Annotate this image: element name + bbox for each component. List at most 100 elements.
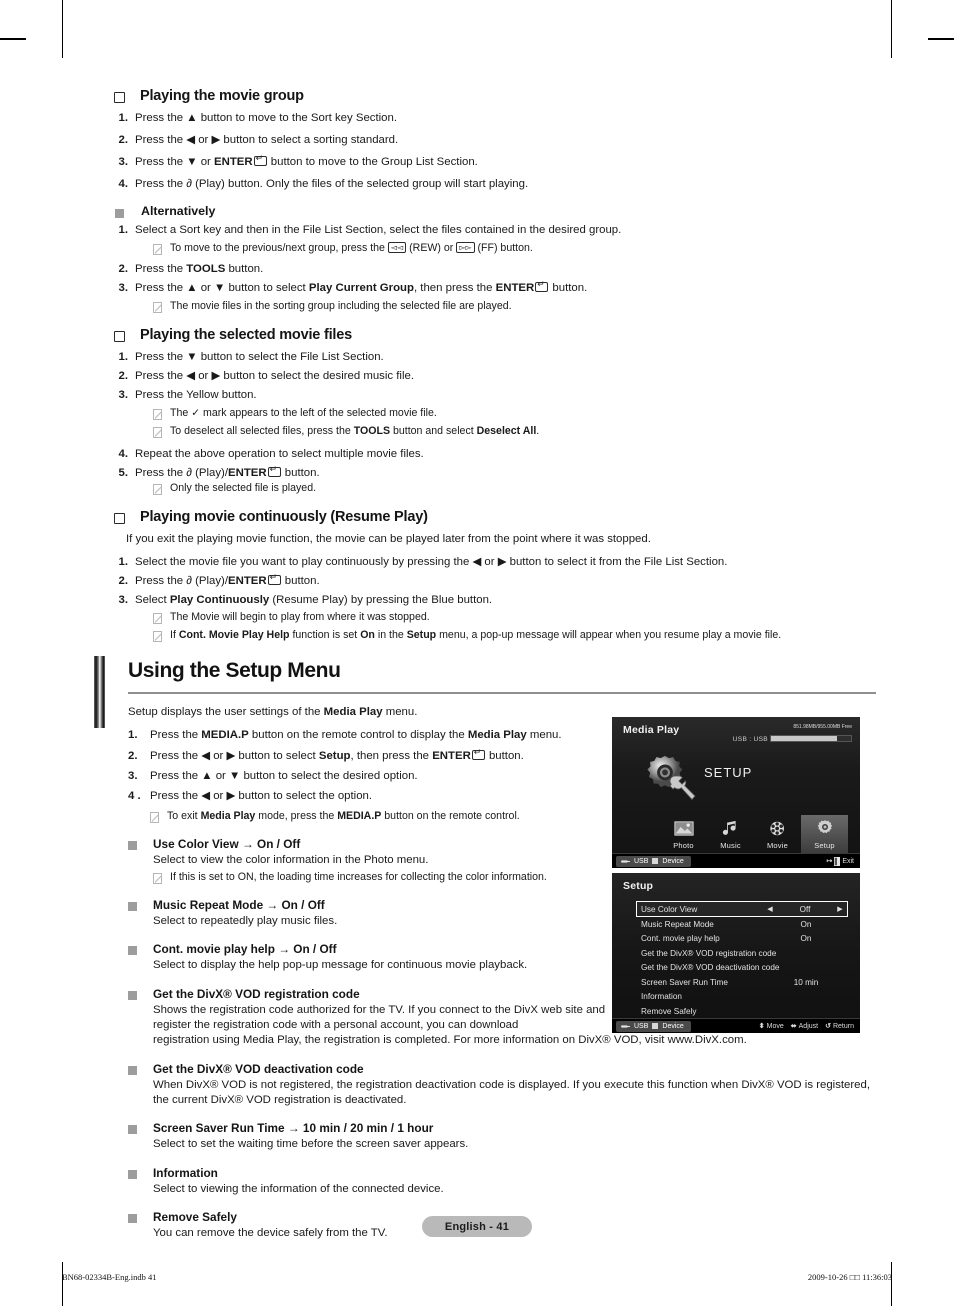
note-text: To deselect all selected files, press th… — [170, 424, 540, 437]
crop-mark-left-top — [0, 38, 26, 40]
list-item: 4. Press the ∂ (Play) button. Only the fi… — [118, 178, 529, 191]
row-label: Remove Safely — [641, 1006, 697, 1016]
option-title: Screen Saver Run Time → 10 min / 20 min … — [153, 1121, 434, 1136]
row-value: On — [800, 934, 812, 944]
list-item: 2. Press the ◀ or ▶ button to select Setu… — [128, 747, 628, 764]
list-item: 3. Press the Yellow button. — [118, 388, 257, 401]
note: The Movie will begin to play from where … — [108, 611, 878, 625]
steps-alternatively-cont: 2. Press the TOOLS button. 3. Press the ▲ … — [108, 262, 878, 296]
note-pencil-icon — [153, 630, 162, 642]
setup-row-screen-saver-run-time[interactable]: Screen Saver Run Time 10 min — [636, 975, 848, 990]
option-title: Music Repeat Mode → On / Off — [153, 897, 325, 912]
exit-door-icon — [834, 856, 841, 866]
tv-footer-actions: ↦ Exit — [826, 856, 854, 866]
square-outline-bullet-icon — [114, 328, 125, 342]
device-square-icon — [652, 858, 659, 864]
list-item: 2.Press the ∂ (Play)/ENTER button. — [108, 572, 878, 589]
list-item: 4 . Press the ◀ or ▶ button to select the… — [128, 790, 373, 803]
usb-free-space: 851.98MB/955.00MB Free — [793, 724, 852, 730]
gray-square-bullet-icon — [128, 1065, 137, 1075]
section-title: Playing movie continuously (Resume Play) — [140, 509, 428, 526]
option-desc: Select to display the help pop-up messag… — [153, 959, 528, 972]
action-adjust[interactable]: ⬌ Adjust — [791, 1022, 819, 1031]
usb-plug-icon — [621, 859, 630, 863]
media-tile-label: Movie — [766, 841, 788, 850]
print-footer-timestamp: 2009-10-26 □□ 11:36:03 — [807, 1272, 892, 1282]
gray-square-bullet-icon — [128, 901, 137, 911]
steps-playing-movie-group: 1. Press the ▲ button to move to the Sort… — [108, 111, 878, 192]
note-text: If this is set to ON, the loading time i… — [170, 870, 547, 883]
option-title: Cont. movie play help → On / Off — [153, 942, 337, 957]
crop-mark-bottom-left — [62, 1262, 63, 1306]
option-desc: Select to set the waiting time before th… — [153, 1138, 469, 1151]
list-item: 5.Press the ∂ (Play)/ENTER button. — [108, 464, 878, 481]
action-return[interactable]: ↺ Return — [825, 1022, 854, 1031]
setup-menu-list: Use Color View ◀ Off ▶ Music Repeat Mode… — [636, 901, 848, 1019]
action-label: Adjust — [798, 1022, 819, 1030]
row-label: Cont. movie play help — [641, 934, 720, 944]
gray-square-bullet-icon — [128, 1169, 137, 1179]
gray-square-bullet-icon — [128, 946, 137, 956]
steps-selected-movie-files-cont: 4. Repeat the above operation to select m… — [108, 447, 878, 481]
row-label: Use Color View — [641, 904, 698, 914]
media-tile-music[interactable]: Music — [707, 815, 754, 855]
option-cont-movie-play-help: Cont. movie play help → On / Off Select … — [128, 942, 628, 973]
note-text: The Movie will begin to play from where … — [170, 610, 430, 623]
setup-steps: 1. Press the MEDIA.P button on the remote… — [128, 728, 628, 805]
setup-row-remove-safely[interactable]: Remove Safely — [636, 1004, 848, 1019]
option-title: Remove Safely — [153, 1210, 237, 1225]
chapter-accent-bar — [94, 656, 105, 729]
chapter-using-the-setup-menu: Using the Setup Menu — [94, 656, 878, 729]
gray-square-bullet-icon — [128, 990, 137, 1000]
steps-selected-movie-files: 1. Press the ▼ button to select the File … — [108, 350, 878, 403]
note: The ✓ mark appears to the left of the se… — [108, 407, 878, 421]
action-move[interactable]: ⬍ Move — [759, 1022, 784, 1031]
setup-row-information[interactable]: Information — [636, 990, 848, 1005]
list-item: 3. Press the ▲ or ▼ button to select Play… — [108, 279, 878, 296]
right-arrow-icon[interactable]: ▶ — [833, 905, 847, 913]
option-information: Information Select to viewing the inform… — [128, 1166, 876, 1197]
rew-key-icon: ◅◅ — [387, 242, 407, 254]
list-item: 2. Press the ◀ or ▶ button to select the … — [118, 369, 415, 382]
option-title: Use Color View → On / Off — [153, 836, 301, 851]
list-item: 1. Press the ▲ button to move to the Sort… — [118, 112, 398, 124]
source-chip[interactable]: USB Device — [616, 1020, 691, 1032]
action-exit[interactable]: ↦ Exit — [826, 856, 854, 866]
gray-square-bullet-icon — [115, 209, 124, 219]
option-use-color-view: Use Color View → On / Off Select to view… — [128, 837, 628, 885]
setup-row-cont-movie-play-help[interactable]: Cont. movie play help On — [636, 932, 848, 947]
row-label: Information — [641, 992, 682, 1002]
media-tile-movie[interactable]: Movie — [754, 815, 801, 855]
media-tile-setup[interactable]: Setup — [801, 815, 848, 855]
note-pencil-icon — [153, 872, 162, 884]
source-chip[interactable]: USB Device — [616, 855, 691, 867]
media-tile-label: Setup — [814, 841, 835, 850]
note: Only the selected file is played. — [108, 482, 878, 496]
enter-key-icon — [267, 464, 281, 477]
row-value: 10 min — [793, 977, 819, 987]
media-tile-photo[interactable]: Photo — [660, 815, 707, 855]
option-desc: Select to viewing the information of the… — [153, 1182, 444, 1195]
heading-alternatively: Alternatively — [108, 204, 878, 219]
option-title: Get the DivX® VOD registration code — [153, 986, 360, 1001]
setup-hero-label: SETUP — [704, 765, 753, 780]
gray-square-bullet-icon — [128, 1125, 137, 1135]
setup-row-music-repeat-mode[interactable]: Music Repeat Mode On — [636, 917, 848, 932]
gray-square-bullet-icon — [128, 840, 137, 850]
setup-row-divx-registration-code[interactable]: Get the DivX® VOD registration code — [636, 946, 848, 961]
tv-title: Setup — [623, 880, 654, 892]
gear-icon — [801, 817, 848, 840]
note-pencil-icon — [153, 302, 162, 314]
setup-row-use-color-view[interactable]: Use Color View ◀ Off ▶ — [636, 901, 848, 917]
left-arrow-icon[interactable]: ◀ — [763, 905, 777, 913]
list-item: 3. Select Play Continuously (Resume Play)… — [118, 593, 493, 606]
photo-icon — [660, 817, 707, 840]
wrench-icon — [669, 775, 696, 801]
option-desc: Select to view the color information in … — [153, 853, 429, 866]
note-pencil-icon — [150, 811, 159, 823]
setup-row-divx-deactivation-code[interactable]: Get the DivX® VOD deactivation code — [636, 961, 848, 976]
return-arrow-icon: ↺ — [825, 1023, 831, 1030]
print-footer-file: BN68-02334B-Eng.indb 41 — [62, 1272, 157, 1282]
source-label: USB — [634, 857, 649, 865]
list-item: 3.Press the ▼ or ENTER button to move to… — [108, 153, 878, 170]
